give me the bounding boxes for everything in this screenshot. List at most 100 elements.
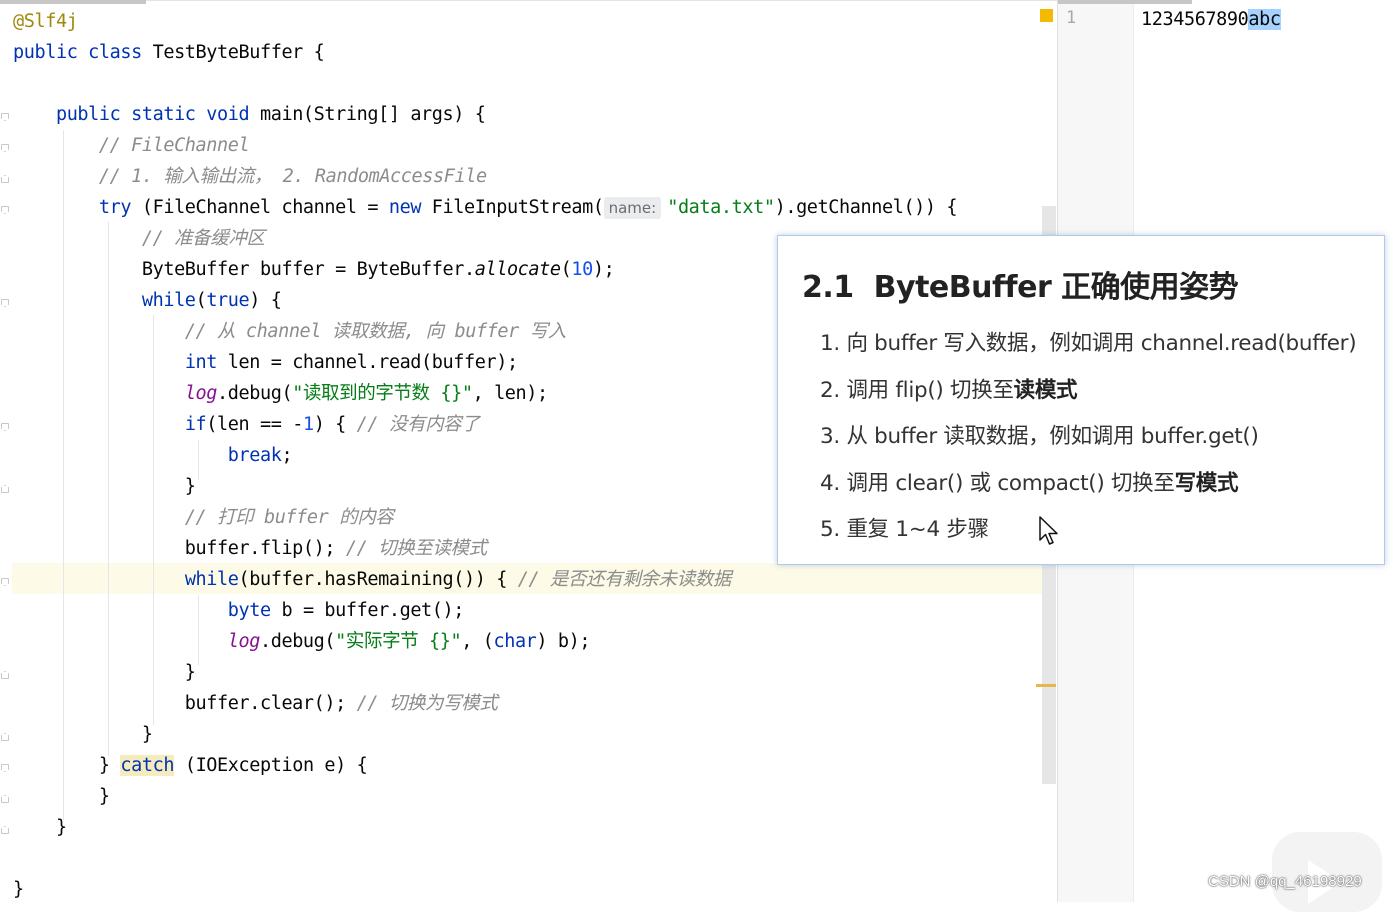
code-token: , (: [461, 631, 494, 652]
code-token: buffer.clear();: [13, 693, 357, 714]
selected-text[interactable]: abc: [1248, 9, 1281, 30]
warning-marker-icon[interactable]: [1040, 9, 1053, 22]
fold-marker-icon[interactable]: [1, 764, 9, 772]
step-text: 5. 重复 1~4 步骤: [820, 517, 989, 542]
step-emphasis: 读模式: [1013, 377, 1078, 403]
code-line[interactable]: [13, 843, 957, 874]
step-text: 4. 调用 clear() 或 compact() 切换至: [820, 470, 1175, 496]
code-line[interactable]: }: [13, 657, 957, 688]
code-token: main(String[] args) {: [259, 104, 486, 125]
code-token: , len);: [472, 383, 549, 404]
code-token: if: [184, 414, 207, 435]
step-emphasis: 写模式: [1174, 470, 1239, 496]
code-line[interactable]: // 1. 输入输出流， 2. RandomAccessFile: [13, 161, 957, 192]
code-token: "读取到的字节数 {}": [292, 383, 473, 404]
code-line[interactable]: try (FileChannel channel = new FileInput…: [13, 192, 958, 223]
editor-top-border: [146, 0, 1057, 1]
title-text: ByteBuffer 正确使用姿势: [873, 270, 1239, 305]
code-token: }: [13, 817, 67, 838]
file-text: 1234567890: [1141, 9, 1249, 30]
code-token: len = channel.read(buffer);: [227, 352, 518, 373]
code-token: allocate: [474, 259, 561, 280]
code-token: .debug(: [259, 631, 336, 652]
code-line[interactable]: }: [13, 719, 957, 750]
code-token: true: [206, 290, 250, 311]
code-line[interactable]: buffer.clear(); // 切换为写模式: [13, 688, 957, 719]
code-line[interactable]: }: [13, 781, 957, 812]
fold-marker-icon[interactable]: [1, 206, 9, 214]
code-token: log: [227, 631, 261, 652]
code-token: (: [560, 259, 572, 280]
fold-marker-icon[interactable]: [1, 795, 9, 803]
fold-marker-icon[interactable]: [1, 423, 9, 431]
code-line[interactable]: } catch (IOException e) {: [13, 750, 957, 781]
code-line[interactable]: [13, 68, 957, 99]
file-content[interactable]: 1234567890abc: [1141, 7, 1281, 33]
code-token: while: [184, 569, 239, 590]
code-token: // 1. 输入输出流， 2. RandomAccessFile: [98, 166, 487, 187]
fold-marker-icon[interactable]: [1, 578, 9, 586]
code-token: }: [13, 879, 24, 900]
line-number: 1: [1066, 8, 1077, 28]
code-line[interactable]: }: [13, 812, 957, 843]
fold-marker-icon[interactable]: [1, 299, 9, 307]
code-token: (len == -: [206, 414, 303, 435]
code-line[interactable]: // FileChannel: [13, 130, 957, 161]
code-token: try: [98, 197, 142, 218]
fold-marker-icon[interactable]: [1, 485, 9, 493]
code-token: // 是否还有剩余未读数据: [517, 569, 732, 590]
code-token: (IOException e) {: [174, 755, 368, 776]
code-token: int: [184, 352, 228, 373]
code-token: // 切换为写模式: [356, 693, 498, 714]
code-token: }: [13, 786, 110, 807]
fold-marker-icon[interactable]: [1, 144, 9, 152]
code-token: FileInputStream(: [431, 197, 604, 218]
code-line[interactable]: @Slf4j: [13, 6, 957, 37]
code-token: ).getChannel()) {: [774, 197, 958, 218]
step-text: 2. 调用 flip() 切换至: [820, 377, 1014, 403]
code-token: (FileChannel channel =: [141, 197, 389, 218]
code-token: byte: [227, 600, 282, 621]
code-token: TestByteBuffer {: [152, 42, 325, 63]
code-line[interactable]: byte b = buffer.get();: [13, 595, 957, 626]
fold-marker-icon[interactable]: [1, 826, 9, 834]
code-token: break: [227, 445, 282, 466]
code-token: // FileChannel: [98, 135, 250, 156]
fold-marker-icon[interactable]: [1, 733, 9, 741]
code-line[interactable]: log.debug("实际字节 {}", (char) b);: [13, 626, 957, 657]
code-token: ByteBuffer buffer = ByteBuffer.: [13, 259, 475, 280]
code-line[interactable]: }: [13, 874, 957, 902]
step-text: 1. 向 buffer 写入数据，例如调用 channel.read(buffe…: [820, 331, 1357, 356]
fold-gutter: [0, 0, 12, 902]
fold-marker-icon[interactable]: [1, 671, 9, 679]
steps-list: 1. 向 buffer 写入数据，例如调用 channel.read(buffe…: [820, 326, 1357, 559]
code-token: @Slf4j: [13, 11, 78, 32]
parameter-hint: name:: [603, 197, 662, 219]
code-token: char: [493, 631, 537, 652]
code-line[interactable]: public class TestByteBuffer {: [13, 37, 957, 68]
code-token: );: [592, 259, 615, 280]
error-stripe-marker[interactable]: [1036, 684, 1056, 687]
step-item: 1. 向 buffer 写入数据，例如调用 channel.read(buffe…: [820, 326, 1357, 373]
code-token: b = buffer.get();: [281, 600, 465, 621]
fold-marker-icon[interactable]: [1, 175, 9, 183]
code-token: // 准备缓冲区: [141, 228, 265, 249]
bilibili-play-icon: [1272, 832, 1382, 912]
code-token: ) {: [313, 414, 357, 435]
code-line[interactable]: public static void main(String[] args) {: [13, 99, 957, 130]
code-token: "data.txt": [667, 197, 775, 218]
fold-marker-icon[interactable]: [1, 113, 9, 121]
code-token: public class: [13, 42, 153, 63]
code-line[interactable]: while(buffer.hasRemaining()) { // 是否还有剩余…: [13, 564, 957, 595]
